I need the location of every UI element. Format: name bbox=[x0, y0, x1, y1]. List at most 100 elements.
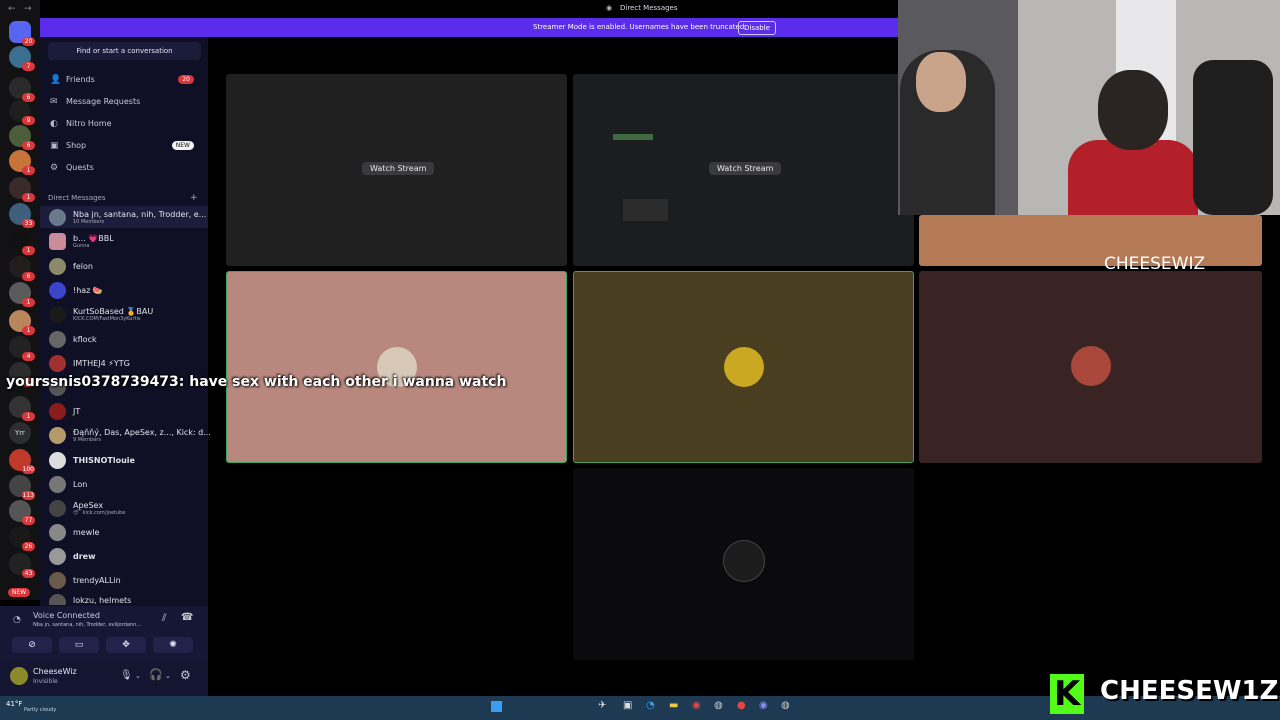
nav-nitro-home[interactable]: ◐ Nitro Home bbox=[40, 115, 208, 133]
nav-label: Friends bbox=[66, 75, 95, 84]
avatar[interactable] bbox=[10, 667, 28, 685]
add-dm-icon[interactable]: + bbox=[190, 193, 198, 203]
dm-item[interactable]: ApeSex 😴 kick.com/joetube bbox=[40, 497, 208, 519]
camera-off-button[interactable]: ⊘ bbox=[12, 637, 52, 653]
avatar bbox=[49, 209, 66, 226]
server-icon[interactable]: 100 bbox=[9, 449, 35, 474]
activities-button[interactable]: ✥ bbox=[106, 637, 146, 653]
dm-name: Ðąňňý, Das, ApeSex, z..., Kick: d... bbox=[73, 428, 211, 437]
dm-name: mewle bbox=[73, 528, 100, 537]
headphones-icon[interactable]: 🎧 bbox=[149, 668, 163, 681]
forward-arrow-icon[interactable]: → bbox=[24, 4, 32, 14]
dm-subtext: KICK.COM/FastMon3yKurtis bbox=[73, 316, 141, 322]
server-badge: 1 bbox=[22, 298, 35, 307]
dm-item[interactable]: b... 💗BBL Gunna bbox=[40, 230, 208, 252]
server-icon[interactable]: 1 bbox=[9, 230, 35, 255]
nav-label: Shop bbox=[66, 141, 87, 150]
server-badge: 1 bbox=[22, 246, 35, 255]
disable-button[interactable]: Disable bbox=[738, 21, 776, 35]
dm-name: Nba jn, santana, nih, Trodder, e... bbox=[73, 210, 207, 219]
steam-icon[interactable]: ◍ bbox=[714, 700, 723, 711]
mail-icon: ✉ bbox=[50, 97, 58, 107]
taskbar-app-icon[interactable]: ✈ bbox=[598, 700, 606, 711]
server-icon[interactable]: 7 bbox=[9, 46, 35, 71]
server-icon[interactable]: 1 bbox=[9, 310, 35, 335]
watch-stream-button[interactable]: Watch Stream bbox=[362, 162, 435, 175]
server-icon[interactable]: 1 bbox=[9, 177, 35, 202]
avatar bbox=[49, 355, 66, 372]
dm-item[interactable]: Lon bbox=[40, 473, 208, 495]
back-arrow-icon[interactable]: ← bbox=[8, 4, 16, 14]
edge-icon[interactable]: ◔ bbox=[646, 700, 655, 711]
dm-item[interactable]: lokzu, helmets bbox=[40, 591, 208, 605]
dm-item[interactable]: THISNOTlouie bbox=[40, 449, 208, 471]
dm-item[interactable]: kflock bbox=[40, 328, 208, 350]
soundboard-button[interactable]: ✺ bbox=[153, 637, 193, 653]
nav-message-requests[interactable]: ✉ Message Requests bbox=[40, 93, 208, 111]
microphone-icon[interactable]: 🎙 bbox=[120, 670, 133, 681]
dm-item[interactable]: felon bbox=[40, 255, 208, 277]
stream-tile[interactable]: Watch Stream bbox=[226, 74, 567, 266]
discord-home-icon[interactable]: 20 bbox=[9, 21, 35, 46]
windows-start-icon[interactable] bbox=[491, 701, 502, 712]
obs-icon[interactable]: ● bbox=[737, 700, 746, 711]
stream-tile[interactable]: Watch Stream bbox=[573, 74, 914, 266]
server-icon[interactable]: 6 bbox=[9, 77, 35, 102]
watch-stream-button[interactable]: Watch Stream bbox=[709, 162, 782, 175]
server-icon[interactable]: Yrr bbox=[9, 422, 31, 444]
dm-item[interactable]: KurtSoBased 🏅BAU KICK.COM/FastMon3yKurtis bbox=[40, 303, 208, 325]
server-icon[interactable]: 1 bbox=[9, 282, 35, 307]
chrome-icon[interactable]: ◉ bbox=[692, 700, 701, 711]
server-icon[interactable]: 6 bbox=[9, 125, 35, 150]
chevron-down-icon[interactable]: ⌄ bbox=[165, 672, 171, 680]
gear-icon[interactable]: ⚙ bbox=[180, 668, 191, 682]
folder-icon[interactable]: ▬ bbox=[669, 700, 678, 711]
server-icon[interactable]: 9 bbox=[9, 100, 35, 125]
participant-tile[interactable] bbox=[573, 271, 914, 463]
participant-tile[interactable] bbox=[226, 271, 567, 463]
server-icon[interactable]: 77 bbox=[9, 500, 35, 525]
avatar bbox=[49, 500, 66, 517]
participant-tile[interactable] bbox=[919, 215, 1262, 266]
server-icon[interactable]: 1 bbox=[9, 396, 35, 421]
server-icon[interactable]: 4 bbox=[9, 336, 35, 361]
dm-item[interactable]: trendyALLin bbox=[40, 569, 208, 591]
quests-icon: ⚙ bbox=[50, 163, 59, 173]
server-icon[interactable]: 33 bbox=[9, 203, 35, 228]
taskbar-app-icon[interactable]: ◍ bbox=[781, 700, 790, 711]
chair bbox=[1193, 60, 1273, 215]
participant-tile[interactable] bbox=[919, 271, 1262, 463]
friends-badge: 20 bbox=[178, 75, 194, 84]
dm-item[interactable]: IMTHEJ4 ⚡YTG bbox=[40, 352, 208, 374]
dm-item[interactable]: Nba jn, santana, nih, Trodder, e... 10 Me… bbox=[40, 206, 208, 228]
nitro-icon: ◐ bbox=[50, 119, 58, 129]
disconnect-icon[interactable]: ☎ bbox=[181, 612, 193, 623]
server-icon[interactable]: 6 bbox=[9, 256, 35, 281]
nav-label: Nitro Home bbox=[66, 119, 112, 128]
participant-tile[interactable] bbox=[573, 468, 914, 660]
taskbar-app-icon[interactable]: ▣ bbox=[623, 700, 632, 711]
stream-preview bbox=[623, 199, 668, 221]
screen-share-button[interactable]: ▭ bbox=[59, 637, 99, 653]
avatar bbox=[49, 594, 66, 605]
user-panel bbox=[0, 662, 208, 696]
dm-item[interactable]: JT bbox=[40, 400, 208, 422]
nav-quests[interactable]: ⚙ Quests bbox=[40, 159, 208, 177]
dm-item[interactable]: drew bbox=[40, 545, 208, 567]
nav-shop[interactable]: ▣ Shop NEW bbox=[40, 137, 208, 155]
server-badge: 77 bbox=[22, 516, 35, 525]
server-icon[interactable]: 113 bbox=[9, 475, 35, 500]
chevron-down-icon[interactable]: ⌄ bbox=[135, 672, 141, 680]
server-icon[interactable]: 26 bbox=[9, 526, 35, 551]
dm-item[interactable]: Ðąňňý, Das, ApeSex, z..., Kick: d... 9 Me… bbox=[40, 424, 211, 446]
server-icon[interactable]: 43 bbox=[9, 553, 35, 578]
server-badge: 26 bbox=[22, 542, 35, 551]
dm-item[interactable]: !haz 🍉 bbox=[40, 279, 208, 301]
server-icon[interactable]: 1 bbox=[9, 150, 35, 175]
noise-suppression-icon[interactable]: ⫽ bbox=[162, 613, 166, 624]
search-input[interactable]: Find or start a conversation bbox=[48, 42, 201, 60]
dm-item[interactable]: mewle bbox=[40, 521, 208, 543]
discord-icon[interactable]: ◉ bbox=[759, 700, 768, 711]
avatar bbox=[49, 572, 66, 589]
nav-friends[interactable]: 👤 Friends 20 bbox=[40, 71, 208, 89]
